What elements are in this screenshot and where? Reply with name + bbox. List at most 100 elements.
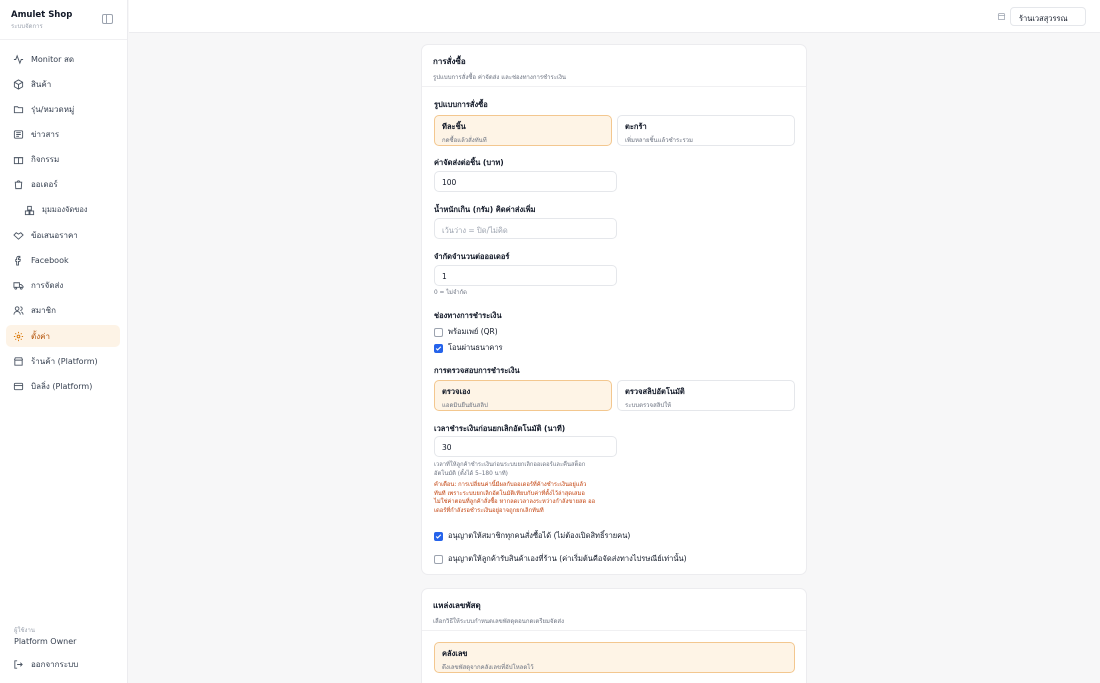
nav-label: ออเดอร์ [31, 180, 58, 190]
card-title: การสั่งซื้อ [433, 57, 466, 66]
tracking-option-pool[interactable]: คลังเลข ดึงเลขพัสดุจากคลังเลขที่อัปโหลดไ… [434, 642, 795, 673]
user-info: ผู้ใช้งาน Platform Owner [14, 625, 76, 646]
folder-icon [13, 106, 24, 114]
verify-option-manual[interactable]: ตรวจเอง แอดมินยืนยันสลิป [434, 380, 612, 411]
option-description: กดซื้อแล้วสั่งทันที [442, 137, 487, 144]
nav-stores-platform[interactable]: ร้านค้า (Platform) [6, 350, 120, 372]
nav-offers[interactable]: ข้อเสนอราคา [6, 224, 120, 246]
nav-facebook[interactable]: Facebook [6, 250, 120, 272]
checkbox-label: โอนผ่านธนาคาร [448, 343, 503, 352]
option-title: ตะกร้า [625, 122, 647, 131]
weight-input[interactable]: เว้นว่าง = ปิด/ไม่คิด [434, 218, 617, 239]
warning-line: เดอร์ที่กำลังรอชำระเงินอยู่อาจถูกยกเลิกท… [434, 507, 544, 514]
allow-pickup-checkbox[interactable] [434, 554, 443, 564]
payment-verify-label: การตรวจสอบการชำระเงิน [434, 366, 520, 375]
option-description: แอดมินยืนยันสลิป [442, 402, 488, 409]
allow-all-members-checkbox[interactable] [434, 531, 443, 541]
sidebar-nav: Monitor สด สินค้า รุ่น/หมวดหมู่ ข่าวสาร … [6, 48, 120, 401]
nav-settings[interactable]: ตั้งค่า [6, 325, 120, 348]
verify-option-auto[interactable]: ตรวจสลิปอัตโนมัติ ระบบตรวจสลิปให้ [617, 380, 795, 411]
option-title: ตรวจเอง [442, 387, 471, 396]
nav-billing-platform[interactable]: บิลลิ่ง (Platform) [6, 375, 120, 397]
promptpay-checkbox[interactable] [434, 327, 443, 337]
activity-icon [13, 54, 24, 64]
nav-label: Facebook [31, 256, 69, 265]
nav-label: ข้อเสนอราคา [31, 230, 78, 240]
mode-option-single[interactable]: ทีละชิ้น กดซื้อแล้วสั่งทันที [434, 115, 612, 146]
order-limit-input[interactable]: 1 [434, 265, 617, 286]
nav-label: มุมมองจัดของ [42, 205, 88, 215]
checkbox-label: อนุญาตให้สมาชิกทุกคนสั่งซื้อได้ (ไม่ต้อง… [448, 531, 631, 540]
truck-icon [13, 282, 24, 290]
nav-label: บิลลิ่ง (Platform) [31, 381, 93, 391]
user-name: Platform Owner [14, 637, 77, 646]
shipping-fee-input[interactable]: 100 [434, 171, 617, 192]
mode-option-cart[interactable]: ตะกร้า เพิ่มหลายชิ้นแล้วชำระรวม [617, 115, 795, 146]
sidebar: Amulet Shop ระบบจัดการ Monitor สด สินค้า… [0, 0, 128, 683]
nav-products[interactable]: สินค้า [6, 73, 120, 95]
order-limit-label: จำกัดจำนวนต่อออเดอร์ [434, 252, 510, 261]
payment-promptpay-row[interactable]: พร้อมเพย์ (QR) [434, 326, 498, 338]
payment-timeout-warning: คำเตือน: การเปลี่ยนค่านี้มีผลกับออเดอร์ท… [434, 481, 624, 515]
warning-line: ไม่ใช่ค่าตอนที่ลูกค้าสั่งซื้อ หากลดเวลาล… [434, 499, 596, 505]
nav-label: Monitor สด [31, 54, 75, 64]
nav-label: รุ่น/หมวดหมู่ [31, 104, 75, 114]
checkbox-label: อนุญาตให้ลูกค้ารับสินค้าเองที่ร้าน (ค่าเ… [448, 554, 687, 563]
allow-all-members-row[interactable]: อนุญาตให้สมาชิกทุกคนสั่งซื้อได้ (ไม่ต้อง… [434, 530, 630, 542]
nav-orders[interactable]: ออเดอร์ [6, 174, 120, 196]
store-selector[interactable]: ร้านเวสสุวรรณ [1010, 7, 1086, 26]
logout-icon [14, 660, 23, 669]
card-header: แหล่งเลขพัสดุ เลือกวิธีให้ระบบกำหนดเลขพั… [422, 589, 806, 631]
shopping-bag-icon [14, 180, 23, 190]
option-title: ตรวจสลิปอัตโนมัติ [625, 387, 685, 396]
warning-line: คำเตือน: การเปลี่ยนค่านี้มีผลกับออเดอร์ท… [434, 482, 587, 488]
nav-label: ร้านค้า (Platform) [31, 356, 98, 366]
brand: Amulet Shop ระบบจัดการ [0, 0, 127, 40]
card-title: แหล่งเลขพัสดุ [433, 601, 481, 610]
option-title: ทีละชิ้น [442, 122, 466, 131]
help-line: อัตโนมัติ (ตั้งได้ 5–180 นาที) [434, 470, 508, 477]
tracking-source-card: แหล่งเลขพัสดุ เลือกวิธีให้ระบบกำหนดเลขพั… [421, 588, 807, 683]
payment-timeout-label: เวลาชำระเงินก่อนยกเลิกอัตโนมัติ (นาที) [434, 424, 566, 433]
store-icon [13, 357, 24, 366]
weight-label: น้ำหนักเกิน (กรัม) คิดค่าส่งเพิ่ม [434, 205, 536, 214]
handshake-icon [13, 231, 24, 240]
help-line: เวลาที่ให้ลูกค้าชำระเงินก่อนระบบยกเลิกออ… [434, 462, 586, 468]
facebook-icon [15, 255, 21, 266]
nav-news[interactable]: ข่าวสาร [6, 124, 120, 146]
option-title: คลังเลข [442, 649, 468, 658]
nav-label: สมาชิก [31, 306, 56, 316]
nav-events[interactable]: กิจกรรม [6, 149, 120, 171]
logout-button[interactable]: ออกจากระบบ [13, 658, 78, 671]
payment-timeout-help: เวลาที่ให้ลูกค้าชำระเงินก่อนระบบยกเลิกออ… [434, 461, 614, 478]
card-header: การสั่งซื้อ รูปแบบการสั่งซื้อ ค่าจัดส่ง … [422, 45, 806, 87]
user-label: ผู้ใช้งาน [14, 627, 35, 634]
check-icon [435, 345, 442, 351]
boxes-icon [24, 205, 35, 215]
payment-bank-transfer-row[interactable]: โอนผ่านธนาคาร [434, 342, 503, 354]
package-icon [13, 79, 24, 90]
payment-timeout-input[interactable]: 30 [434, 436, 617, 457]
bank-transfer-checkbox[interactable] [434, 343, 443, 353]
nav-label: การจัดส่ง [31, 281, 64, 291]
nav-categories[interactable]: รุ่น/หมวดหมู่ [6, 98, 120, 120]
users-icon [13, 306, 24, 316]
nav-monitor[interactable]: Monitor สด [6, 48, 120, 70]
nav-shipping[interactable]: การจัดส่ง [6, 275, 120, 297]
nav-members[interactable]: สมาชิก [6, 300, 120, 322]
newspaper-icon [13, 130, 24, 139]
shipping-fee-label: ค่าจัดส่งต่อชิ้น (บาท) [434, 158, 504, 167]
nav-packing-view[interactable]: มุมมองจัดของ [6, 199, 120, 221]
order-mode-label: รูปแบบการสั่งซื้อ [434, 100, 488, 109]
checkbox-label: พร้อมเพย์ (QR) [448, 327, 498, 336]
nav-label: สินค้า [31, 79, 52, 89]
nav-label: กิจกรรม [31, 155, 60, 165]
card-description: รูปแบบการสั่งซื้อ ค่าจัดส่ง และช่องทางกา… [433, 74, 567, 81]
allow-pickup-row[interactable]: อนุญาตให้ลูกค้ารับสินค้าเองที่ร้าน (ค่าเ… [434, 553, 687, 565]
option-description: เพิ่มหลายชิ้นแล้วชำระรวม [625, 137, 693, 144]
sidebar-collapse-icon[interactable] [102, 14, 113, 24]
receipt-icon [13, 382, 24, 391]
card-description: เลือกวิธีให้ระบบกำหนดเลขพัสดุตอนกดเตรียม… [433, 618, 565, 625]
gear-icon [13, 331, 24, 341]
option-description: ดึงเลขพัสดุจากคลังเลขที่อัปโหลดไว้ [442, 664, 534, 671]
